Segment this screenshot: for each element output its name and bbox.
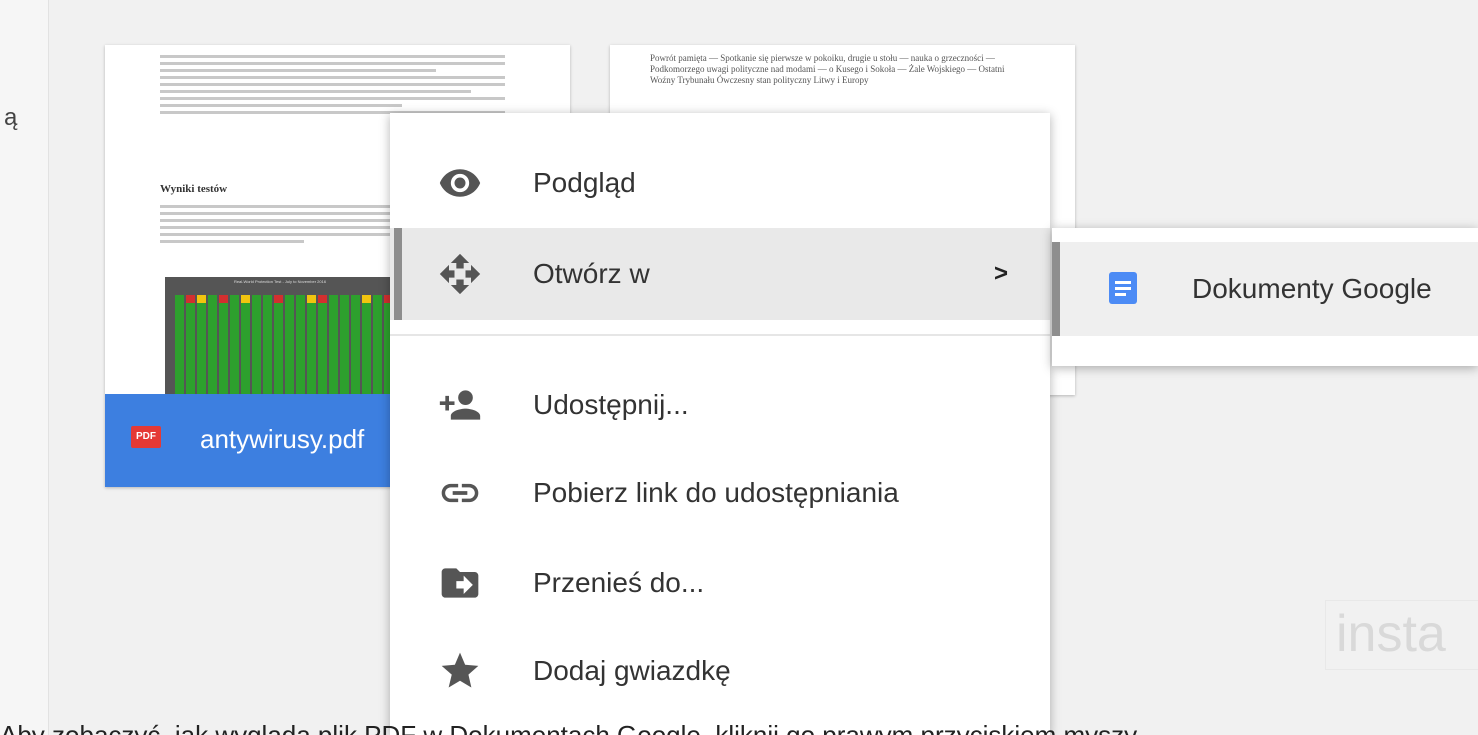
submenu-item-google-docs[interactable]: Dokumenty Google [1052, 242, 1478, 336]
left-sidebar: ą [0, 0, 49, 735]
menu-item-add-star[interactable]: Dodaj gwiazdkę [390, 625, 1050, 717]
eye-icon [438, 161, 482, 205]
add-person-icon [438, 383, 482, 427]
menu-item-preview[interactable]: Podgląd [390, 137, 1050, 229]
watermark: insta [1325, 600, 1478, 670]
menu-item-open-with[interactable]: Otwórz w > [390, 228, 1050, 320]
doc-preview-text [160, 55, 505, 118]
menu-divider [390, 334, 1050, 336]
menu-item-label: Udostępnij... [533, 389, 689, 420]
google-docs-icon [1109, 272, 1137, 304]
doc-chart-title: Real-World Protection Test - July to Nov… [233, 279, 327, 284]
menu-item-label: Otwórz w [533, 258, 650, 289]
menu-item-label: Dodaj gwiazdkę [533, 655, 731, 686]
chevron-right-icon: > [993, 260, 1008, 287]
menu-item-label: Podgląd [533, 167, 636, 198]
menu-item-label: Przenieś do... [533, 567, 705, 598]
folder-move-icon [438, 561, 482, 605]
file-name: antywirusy.pdf [200, 424, 365, 454]
pdf-icon: PDF [131, 426, 161, 448]
menu-item-share[interactable]: Udostępnij... [390, 359, 1050, 451]
sidebar-glyph: ą [4, 104, 18, 131]
menu-item-get-link[interactable]: Pobierz link do udostępniania [390, 447, 1050, 539]
link-icon [438, 471, 482, 515]
doc-preview-heading: Wyniki testów [160, 183, 228, 195]
menu-item-move-to[interactable]: Przenieś do... [390, 537, 1050, 629]
doc-preview-text: Powrót pamięta — Spotkanie się pierwsze … [650, 53, 1005, 85]
menu-item-label: Pobierz link do udostępniania [533, 477, 899, 508]
star-icon [438, 649, 482, 693]
tutorial-caption: Aby zobaczyć, jak wygląda plik PDF w Dok… [0, 720, 1138, 735]
move-arrows-icon [438, 252, 482, 296]
doc-preview-paragraph [160, 205, 400, 247]
submenu-item-label: Dokumenty Google [1192, 273, 1432, 304]
open-with-submenu: Dokumenty Google [1052, 228, 1478, 366]
context-menu: Podgląd Otwórz w > Udostępnij... Pobierz… [390, 113, 1050, 735]
